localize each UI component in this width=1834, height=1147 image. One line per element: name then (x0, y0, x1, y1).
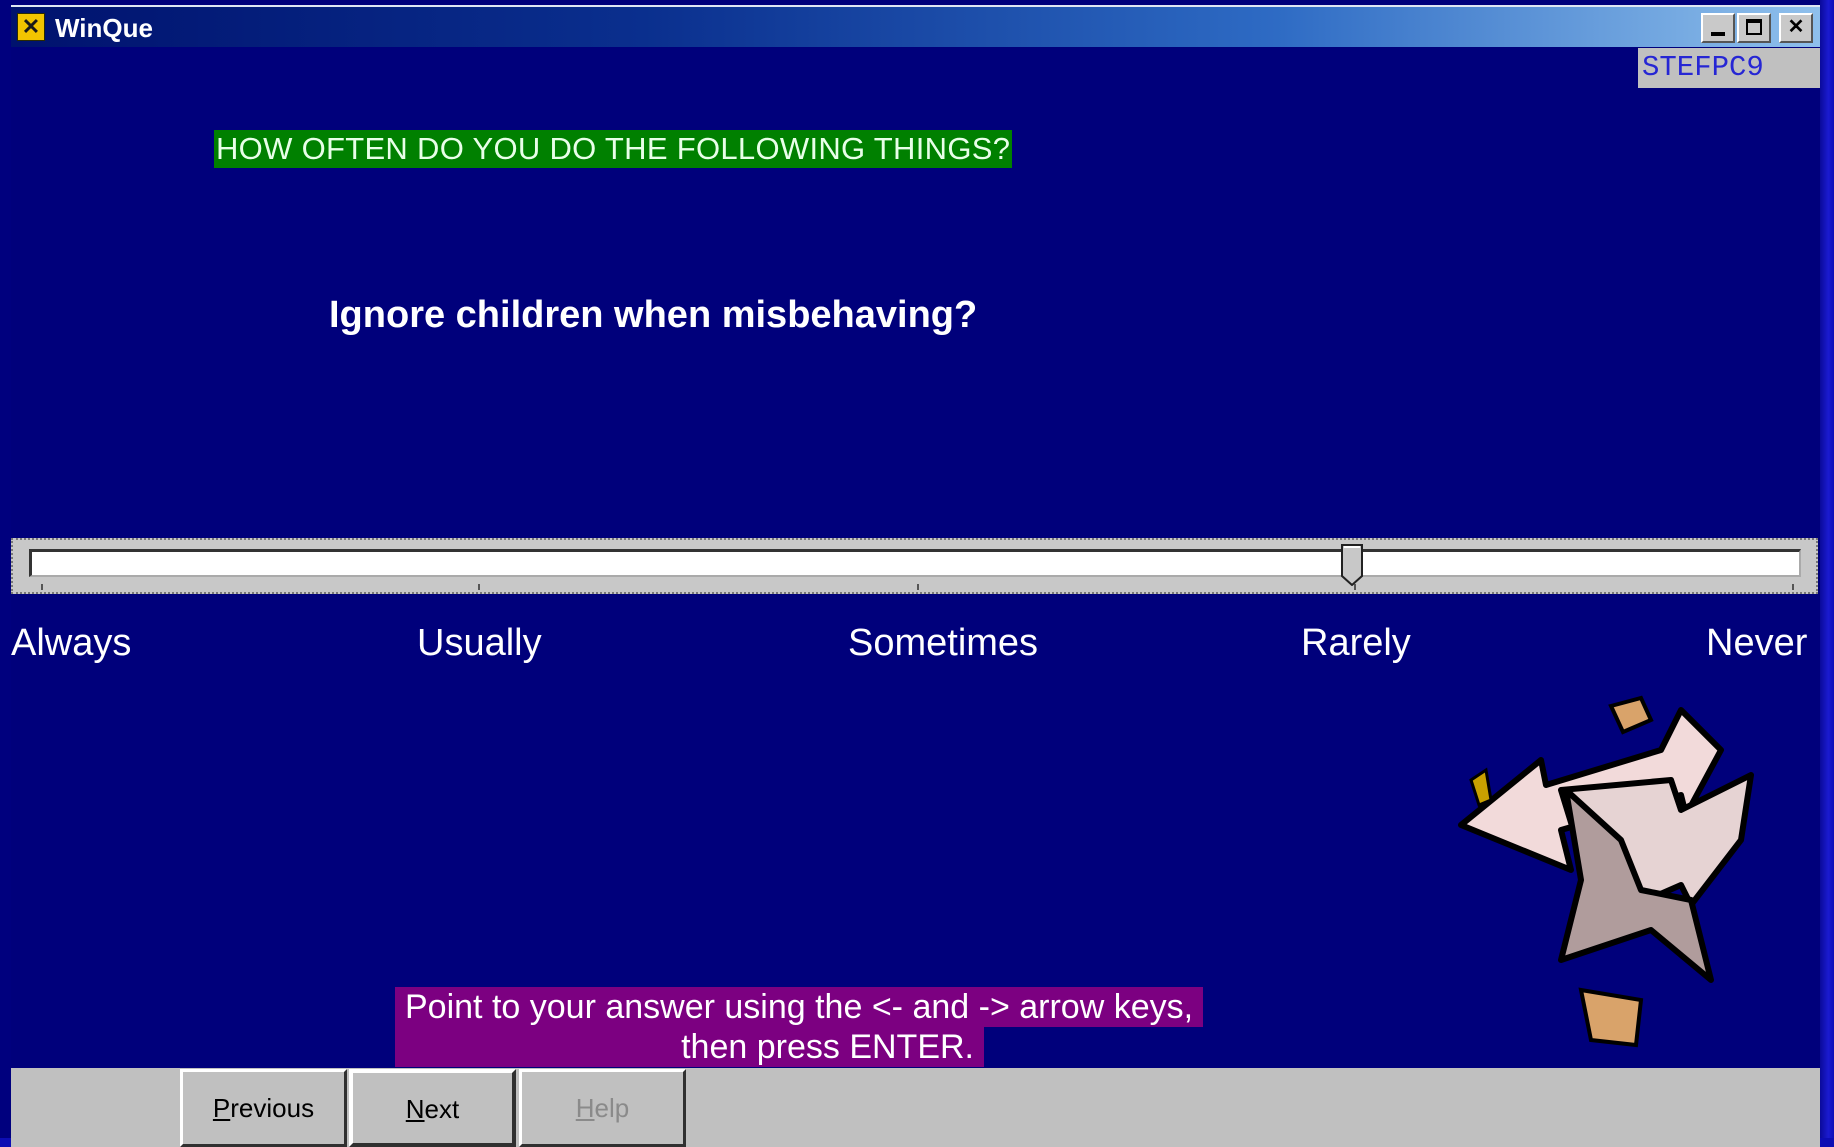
question-text: Ignore children when misbehaving? (329, 294, 978, 336)
app-window: ✕ WinQue ✕ STEFPC9 HOW OFTEN DO YOU DO T… (11, 0, 1820, 1147)
minimize-icon (1711, 32, 1725, 36)
maximize-icon (1746, 19, 1762, 35)
previous-accel: P (212, 1093, 231, 1123)
minimize-button[interactable] (1701, 13, 1735, 43)
maximize-button[interactable] (1737, 13, 1771, 43)
slider-tick (1792, 584, 1794, 590)
slider-thumb[interactable] (1341, 544, 1363, 586)
section-heading: HOW OFTEN DO YOU DO THE FOLLOWING THINGS… (214, 130, 1013, 168)
next-accel: N (405, 1094, 425, 1124)
slider-tick (917, 584, 919, 590)
title-bar[interactable]: ✕ WinQue ✕ (11, 5, 1820, 47)
computer-name-label: STEFPC9 (1638, 48, 1820, 88)
scale-label-usually: Usually (417, 622, 542, 664)
previous-label: revious (230, 1093, 315, 1123)
instruction-line-2: then press ENTER. (395, 1027, 984, 1067)
answer-slider[interactable] (11, 538, 1818, 594)
scale-label-rarely: Rarely (1301, 622, 1411, 664)
slider-track[interactable] (29, 549, 1801, 577)
previous-button[interactable]: Previous (180, 1069, 347, 1147)
close-button[interactable]: ✕ (1779, 13, 1813, 43)
help-button[interactable]: Help (519, 1069, 686, 1147)
window-title: WinQue (55, 13, 153, 43)
close-icon: ✕ (1787, 16, 1805, 38)
slider-tick (478, 584, 480, 590)
instruction-line-1: Point to your answer using the <- and ->… (395, 987, 1204, 1027)
scale-label-always: Always (11, 622, 132, 664)
next-button[interactable]: Next (349, 1069, 516, 1147)
help-label: elp (594, 1093, 630, 1123)
help-accel: H (575, 1093, 595, 1123)
next-label: ext (424, 1094, 460, 1124)
signpost-arrows-icon (1458, 695, 1754, 1048)
backdrop-edge (1820, 0, 1834, 1147)
scale-label-sometimes: Sometimes (848, 622, 1039, 664)
slider-tick (41, 584, 43, 590)
app-icon: ✕ (17, 13, 45, 41)
scale-label-never: Never (1706, 622, 1808, 664)
